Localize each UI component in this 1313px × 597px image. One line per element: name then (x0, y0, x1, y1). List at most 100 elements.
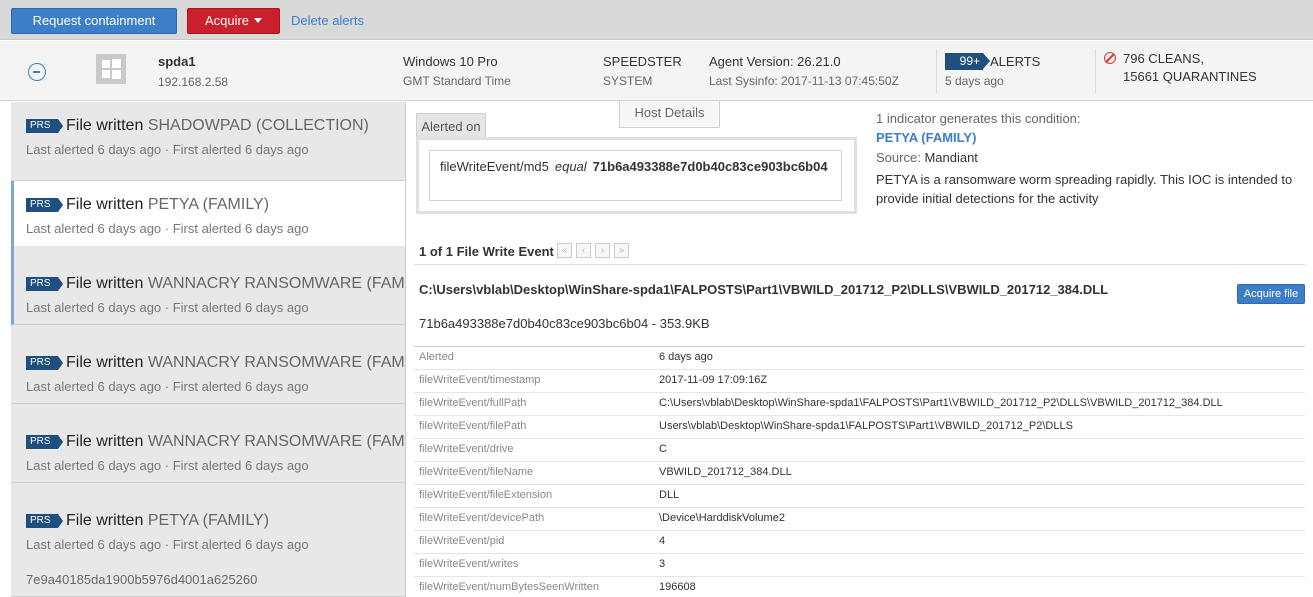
delete-alerts-link[interactable]: Delete alerts (291, 13, 364, 28)
prop-key: fileWriteEvent/filePath (419, 420, 527, 432)
table-row: fileWriteEvent/numBytesSeenWritten 196608 (414, 577, 1305, 597)
last-sysinfo: Last Sysinfo: 2017-11-13 07:45:50Z (709, 74, 899, 88)
file-path: C:\Users\vblab\Desktop\WinShare-spda1\FA… (419, 282, 1109, 297)
prop-value: 196608 (659, 581, 696, 593)
item-action: File written (66, 354, 144, 371)
prop-key: fileWriteEvent/writes (419, 558, 519, 570)
toolbar: Request containment Acquire Delete alert… (0, 0, 1313, 40)
prop-key: Alerted (419, 351, 454, 363)
indicator-source: Source: Mandiant (876, 150, 978, 165)
prop-key: fileWriteEvent/fileExtension (419, 489, 553, 501)
list-item-sub: Last alerted 6 days ago · First alerted … (26, 142, 309, 157)
table-row: fileWriteEvent/timestamp 2017-11-09 17:09… (414, 370, 1305, 393)
acquire-file-button[interactable]: Acquire file (1237, 284, 1305, 304)
prs-tag: PRS (26, 435, 63, 449)
list-item-sub: Last alerted 6 days ago · First alerted … (26, 300, 309, 315)
prs-tag: PRS (26, 356, 63, 370)
prop-key: fileWriteEvent/fullPath (419, 397, 527, 409)
indicator-description: PETYA is a ransomware worm spreading rap… (876, 172, 1293, 206)
condition-box: fileWriteEvent/md5 equal 71b6a493388e7d0b4… (429, 150, 842, 201)
list-item-title: File written PETYA (FAMILY) (66, 196, 269, 214)
divider (414, 264, 1305, 265)
item-action: File written (66, 512, 144, 529)
source-label: Source: (876, 150, 921, 165)
host-domain: SPEEDSTER (603, 54, 682, 69)
condition-operator: equal (554, 159, 587, 174)
alerts-count-badge: 99+ (945, 53, 990, 70)
alerts-label: ALERTS (990, 54, 1041, 69)
alerted-on-panel: fileWriteEvent/md5 equal 71b6a493388e7d0b4… (416, 137, 857, 214)
table-row: fileWriteEvent/writes 3 (414, 554, 1305, 577)
prev-page-icon[interactable]: ‹ (576, 243, 591, 258)
prop-value: C:\Users\vblab\Desktop\WinShare-spda1\FA… (659, 397, 1223, 409)
prop-value: DLL (659, 489, 680, 501)
prs-tag: PRS (26, 514, 63, 528)
host-ip: 192.168.2.58 (158, 75, 229, 89)
source-value: Mandiant (924, 150, 978, 165)
divider (1095, 49, 1096, 93)
host-bar: spda1 192.168.2.58 Windows 10 Pro GMT St… (0, 41, 1313, 101)
event-count: 1 of 1 File Write Event (419, 244, 554, 259)
table-row: fileWriteEvent/devicePath \Device\Harddis… (414, 508, 1305, 531)
tab-host-details[interactable]: Host Details (619, 101, 720, 128)
prop-value: 3 (659, 558, 666, 570)
ban-icon (1104, 52, 1116, 64)
item-name: WANNACRY RANSOMWARE (FAMILY) (147, 354, 406, 371)
table-row: fileWriteEvent/fileName VBWILD_201712_384… (414, 462, 1305, 485)
windows-icon (96, 54, 126, 84)
list-item[interactable]: PRS File written WANNACRY RANSOMWARE (FA… (11, 325, 406, 404)
request-containment-button[interactable]: Request containment (11, 8, 177, 34)
list-item-title: File written SHADOWPAD (COLLECTION) (66, 117, 369, 135)
prop-value: 2017-11-09 17:09:16Z (659, 374, 768, 386)
condition-value: 71b6a493388e7d0b40c83ce903bc6b04 (592, 159, 828, 174)
list-item-sub: Last alerted 6 days ago · First alerted … (26, 221, 309, 236)
acquire-button[interactable]: Acquire (187, 8, 280, 34)
next-page-icon[interactable]: › (595, 243, 610, 258)
last-page-icon[interactable]: » (614, 243, 629, 258)
caret-down-icon (254, 18, 263, 23)
agent-version: Agent Version: 26.21.0 (709, 54, 841, 69)
item-name: WANNACRY RANSOMWARE (FAMILY) (147, 275, 406, 292)
host-name: spda1 (158, 54, 196, 69)
item-name: PETYA (FAMILY) (147, 512, 270, 529)
list-item[interactable]: PRS File written WANNACRY RANSOMWARE (FA… (11, 246, 406, 325)
prop-key: fileWriteEvent/fileName (419, 466, 534, 478)
tab-alerted-on[interactable]: Alerted on (416, 113, 486, 138)
table-row: fileWriteEvent/fullPath C:\Users\vblab\De… (414, 393, 1305, 416)
list-item-sub: Last alerted 6 days ago · First alerted … (26, 458, 309, 473)
item-action: File written (66, 433, 144, 450)
prop-key: fileWriteEvent/numBytesSeenWritten (419, 581, 599, 593)
table-row: fileWriteEvent/pid 4 (414, 531, 1305, 554)
properties-table: Alerted 6 days ago fileWriteEvent/timesta… (414, 347, 1305, 597)
collapse-icon[interactable] (28, 63, 46, 81)
quarantines-count: 15661 QUARANTINES (1123, 69, 1257, 84)
alerts-age: 5 days ago (945, 74, 1004, 88)
list-item-title: File written WANNACRY RANSOMWARE (FAMILY… (66, 433, 406, 451)
prop-key: fileWriteEvent/timestamp (419, 374, 541, 386)
list-item[interactable]: PRS File written PETYA (FAMILY) Last ale… (11, 483, 405, 597)
first-page-icon[interactable]: « (557, 243, 572, 258)
prop-value: VBWILD_201712_384.DLL (659, 466, 792, 478)
list-item-sub: Last alerted 6 days ago · First alerted … (26, 537, 309, 552)
table-row: fileWriteEvent/drive C (414, 439, 1305, 462)
prop-value: 6 days ago (659, 351, 713, 363)
item-name: WANNACRY RANSOMWARE (FAMILY) (147, 433, 406, 450)
indicator-summary: 1 indicator generates this condition: (876, 111, 1081, 126)
divider (936, 49, 937, 93)
prop-value: Users\vblab\Desktop\WinShare-spda1\FALPO… (659, 420, 1073, 432)
table-row: fileWriteEvent/filePath Users\vblab\Deskt… (414, 416, 1305, 439)
file-hash-size: 71b6a493388e7d0b40c83ce903bc6b04 - 353.9… (419, 316, 710, 331)
list-item-title: File written PETYA (FAMILY) (66, 512, 269, 530)
list-item-sub: Last alerted 6 days ago · First alerted … (26, 379, 309, 394)
prop-value: C (659, 443, 667, 455)
list-item[interactable]: PRS File written SHADOWPAD (COLLECTION) … (11, 102, 405, 181)
condition-field: fileWriteEvent/md5 (440, 159, 549, 174)
prop-value: \Device\HarddiskVolume2 (659, 512, 785, 524)
host-os: Windows 10 Pro (403, 54, 498, 69)
host-timezone: GMT Standard Time (403, 74, 511, 88)
prs-tag: PRS (26, 198, 63, 212)
list-item[interactable]: PRS File written WANNACRY RANSOMWARE (FA… (11, 404, 406, 483)
prop-key: fileWriteEvent/devicePath (419, 512, 545, 524)
prs-tag: PRS (26, 119, 63, 133)
indicator-link[interactable]: PETYA (FAMILY) (876, 130, 976, 145)
